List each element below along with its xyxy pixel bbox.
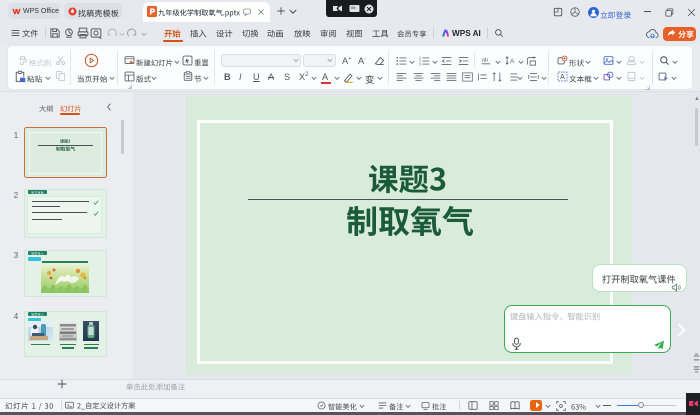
svg-text:A: A: [560, 74, 565, 81]
svg-text:A: A: [510, 58, 515, 65]
svg-text:3: 3: [419, 62, 421, 66]
svg-text:ab: ab: [482, 58, 488, 64]
